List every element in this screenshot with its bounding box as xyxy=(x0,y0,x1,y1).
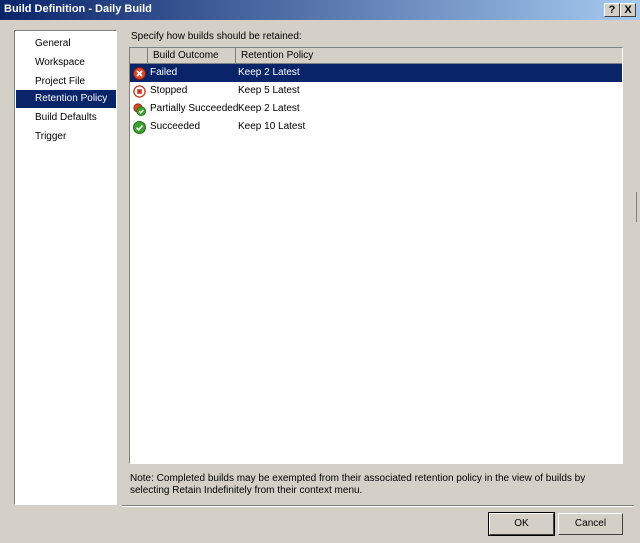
row-policy[interactable]: Keep 5 Latest xyxy=(238,82,300,100)
column-header-build-outcome[interactable]: Build Outcome xyxy=(148,48,236,64)
row-outcome: Stopped xyxy=(150,85,188,96)
column-header-icon[interactable] xyxy=(130,48,148,64)
nav-item-build-defaults[interactable]: Build Defaults xyxy=(16,109,116,127)
nav-item-trigger[interactable]: Trigger xyxy=(16,128,116,146)
title-bar: Build Definition - Daily Build ? X xyxy=(0,0,640,20)
button-separator xyxy=(122,505,634,507)
close-button[interactable]: X xyxy=(620,3,636,17)
nav-item-project-file[interactable]: Project File xyxy=(16,73,116,91)
cancel-button[interactable]: Cancel xyxy=(558,513,623,535)
stopped-icon xyxy=(133,85,146,98)
failed-icon xyxy=(133,67,146,80)
settings-nav: General Workspace Project File Retention… xyxy=(14,30,117,505)
ok-button[interactable]: OK xyxy=(488,512,555,536)
table-row[interactable]: Partially Succeeded Keep 2 Latest xyxy=(130,100,622,118)
window-title: Build Definition - Daily Build xyxy=(4,3,152,15)
row-outcome: Failed xyxy=(150,67,178,78)
column-header-retention-policy[interactable]: Retention Policy xyxy=(236,48,622,64)
row-policy[interactable]: Keep 10 Latest xyxy=(238,118,305,136)
retention-grid: Build Outcome Retention Policy Failed Ke… xyxy=(129,47,623,464)
window-edge xyxy=(636,192,640,222)
retention-prompt: Specify how builds should be retained: xyxy=(131,31,302,42)
table-row[interactable]: Stopped Keep 5 Latest xyxy=(130,82,622,100)
help-button[interactable]: ? xyxy=(604,3,620,17)
row-outcome: Succeeded xyxy=(150,121,201,132)
table-row[interactable]: Failed Keep 2 Latest xyxy=(130,64,622,82)
nav-item-general[interactable]: General xyxy=(16,35,116,53)
row-policy[interactable]: Keep 2 Latest xyxy=(238,100,300,118)
row-policy[interactable]: Keep 2 Latest xyxy=(238,64,300,82)
row-outcome: Partially Succeeded xyxy=(150,103,239,114)
grid-header: Build Outcome Retention Policy xyxy=(130,48,622,64)
nav-item-retention-policy[interactable]: Retention Policy xyxy=(16,90,116,108)
partially-succeeded-icon xyxy=(133,103,146,116)
table-row[interactable]: Succeeded Keep 10 Latest xyxy=(130,118,622,136)
nav-item-workspace[interactable]: Workspace xyxy=(16,54,116,72)
build-definition-dialog: Build Definition - Daily Build ? X Gener… xyxy=(0,0,640,543)
retention-note: Note: Completed builds may be exempted f… xyxy=(130,473,586,496)
succeeded-icon xyxy=(133,121,146,134)
